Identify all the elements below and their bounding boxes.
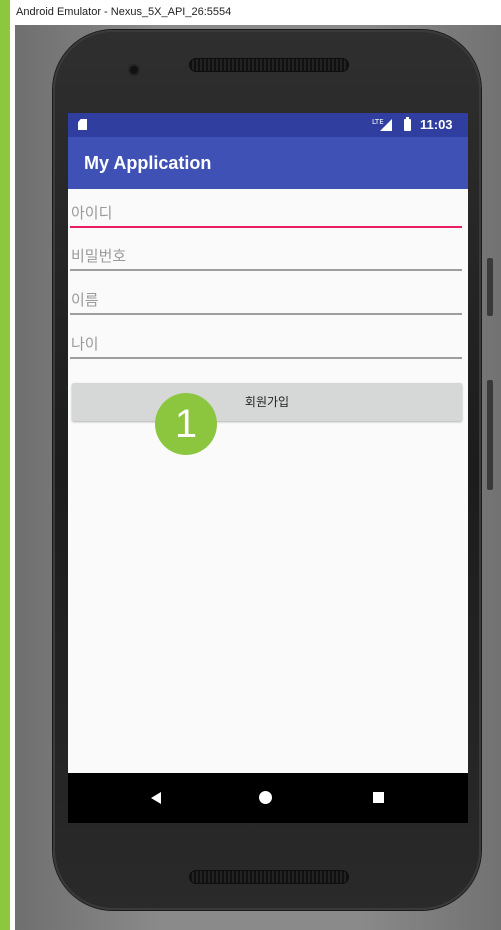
power-button[interactable] bbox=[487, 258, 493, 316]
battery-icon bbox=[404, 117, 411, 131]
back-icon[interactable] bbox=[151, 792, 161, 804]
password-input[interactable]: 비밀번호 bbox=[70, 239, 462, 271]
id-input-placeholder: 아이디 bbox=[71, 204, 113, 222]
password-input-placeholder: 비밀번호 bbox=[71, 247, 127, 265]
emulator-window-title: Android Emulator - Nexus_5X_API_26:5554 bbox=[16, 6, 232, 18]
age-input-placeholder: 나이 bbox=[71, 335, 99, 353]
volume-button[interactable] bbox=[487, 380, 493, 490]
sd-card-icon bbox=[78, 119, 87, 130]
left-accent-bar bbox=[0, 0, 10, 930]
app-title: My Application bbox=[84, 153, 212, 173]
status-bar: LTE 11:03 bbox=[68, 113, 468, 137]
signal-strength-icon bbox=[380, 119, 392, 131]
bottom-speaker-grille bbox=[189, 870, 349, 884]
top-speaker-grille bbox=[189, 58, 349, 72]
signup-button[interactable]: 회원가입 bbox=[72, 383, 462, 421]
device-screen: LTE 11:03 My Application 아이디 비밀번호 이름 나이 … bbox=[68, 113, 468, 823]
step-number-badge: 1 bbox=[155, 393, 217, 455]
status-time: 11:03 bbox=[420, 117, 453, 132]
home-icon[interactable] bbox=[259, 791, 272, 804]
navigation-bar bbox=[68, 773, 468, 823]
front-camera-icon bbox=[130, 66, 138, 74]
app-bar: My Application bbox=[68, 137, 468, 189]
recents-icon[interactable] bbox=[373, 792, 384, 803]
age-input[interactable]: 나이 bbox=[70, 327, 462, 359]
id-input[interactable]: 아이디 bbox=[70, 196, 462, 228]
name-input-placeholder: 이름 bbox=[71, 291, 99, 309]
name-input[interactable]: 이름 bbox=[70, 283, 462, 315]
